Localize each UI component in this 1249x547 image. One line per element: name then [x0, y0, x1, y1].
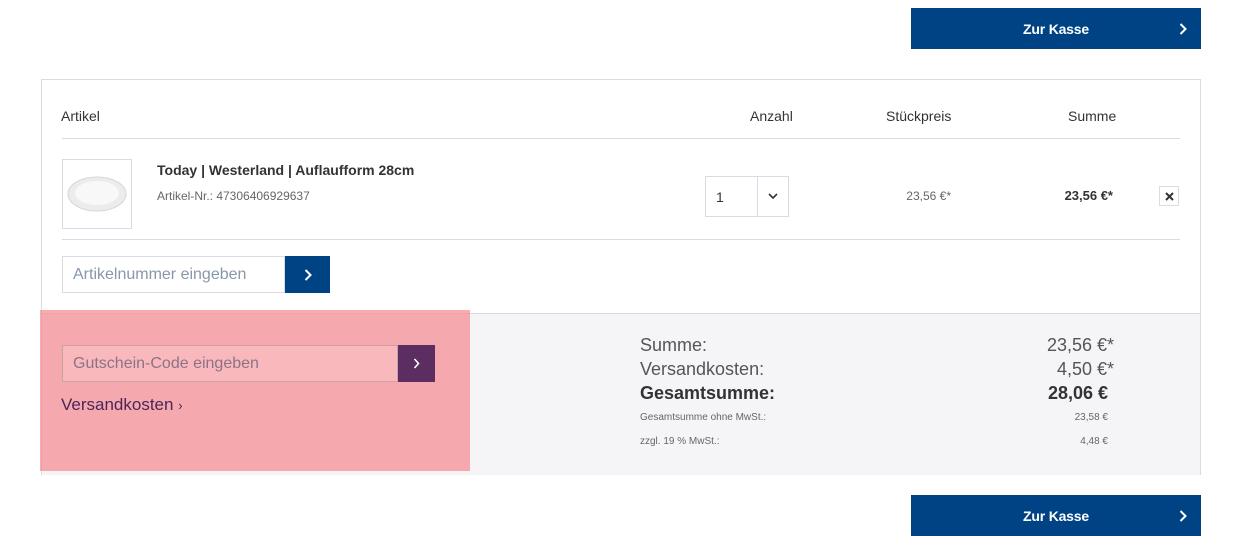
quantity-select[interactable]: 1: [705, 176, 789, 217]
casserole-dish-icon: [67, 176, 127, 212]
checkout-label: Zur Kasse: [1023, 507, 1089, 524]
chevron-right-icon: [304, 268, 312, 281]
product-image[interactable]: [62, 159, 132, 229]
shipping-value: 4,50 €*: [1056, 359, 1114, 379]
grand-total-value: 28,06 €: [1047, 383, 1108, 403]
chevron-right-icon: [413, 358, 420, 369]
column-header-total: Summe: [1068, 108, 1117, 124]
add-article-form: [62, 256, 330, 293]
highlight-overlay: [40, 310, 470, 471]
chevron-down-icon: [757, 177, 788, 216]
shipping-costs-link[interactable]: Versandkosten ›: [61, 395, 183, 415]
checkout-label: Zur Kasse: [1023, 20, 1089, 37]
net-total-label: Gesamtsumme ohne MwSt.:: [640, 412, 767, 423]
shipping-label: Versandkosten:: [640, 359, 765, 379]
voucher-code-input[interactable]: [62, 345, 398, 382]
quantity-value: 1: [716, 188, 724, 205]
line-total: 23,56 €*: [1064, 188, 1113, 203]
unit-price: 23,56 €*: [906, 189, 951, 203]
shipping-costs-label: Versandkosten: [61, 395, 174, 414]
checkout-button-bottom[interactable]: Zur Kasse: [911, 495, 1201, 536]
product-title[interactable]: Today | Westerland | Auflaufform 28cm: [157, 162, 414, 178]
product-article-number: Artikel-Nr.: 47306406929637: [157, 189, 310, 203]
article-number-input[interactable]: [62, 256, 285, 293]
remove-item-button[interactable]: [1159, 186, 1179, 206]
subtotal-value: 23,56 €*: [1046, 335, 1114, 355]
chevron-right-icon: [1179, 495, 1187, 536]
net-total-value: 23,58 €: [1074, 412, 1108, 423]
tax-value: 4,48 €: [1080, 436, 1108, 447]
chevron-right-icon: [1179, 8, 1187, 49]
add-article-button[interactable]: [285, 256, 330, 293]
column-header-quantity: Anzahl: [750, 108, 793, 124]
checkout-button-top[interactable]: Zur Kasse: [911, 8, 1201, 49]
grand-total-label: Gesamtsumme:: [640, 383, 776, 403]
voucher-form: [62, 345, 435, 382]
tax-label: zzgl. 19 % MwSt.:: [640, 436, 720, 447]
column-header-unit-price: Stückpreis: [886, 108, 952, 124]
apply-voucher-button[interactable]: [398, 345, 435, 382]
subtotal-label: Summe:: [640, 335, 708, 355]
close-icon: [1164, 191, 1174, 201]
chevron-right-icon: ›: [178, 398, 183, 413]
divider: [62, 138, 1180, 139]
column-header-article: Artikel: [61, 108, 100, 124]
divider: [62, 239, 1180, 240]
